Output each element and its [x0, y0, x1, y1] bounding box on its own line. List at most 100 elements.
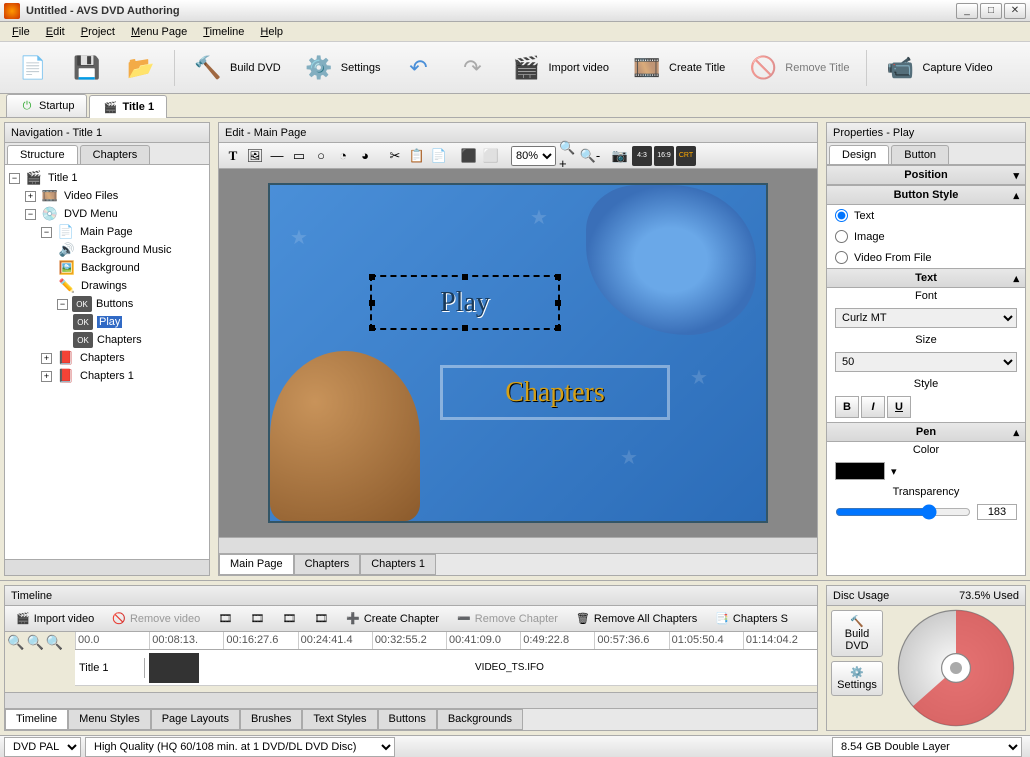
expand-icon[interactable]: +: [41, 371, 52, 382]
tl-nav1-icon[interactable]: 🎞: [211, 609, 239, 628]
tab-title1[interactable]: 🎬Title 1: [89, 95, 167, 118]
tab-startup[interactable]: ⏻Startup: [6, 94, 87, 117]
nav-tab-chapters[interactable]: Chapters: [80, 145, 151, 164]
tl-nav4-icon[interactable]: 🎞: [307, 609, 335, 628]
undo-button[interactable]: ↶: [394, 47, 444, 89]
expand-icon[interactable]: +: [41, 353, 52, 364]
section-text[interactable]: Text▴: [827, 268, 1025, 288]
italic-button[interactable]: I: [861, 396, 885, 418]
zoom-fit-icon[interactable]: 🔍: [46, 634, 63, 690]
scrollbar[interactable]: [5, 559, 209, 575]
page-tab-chapters1[interactable]: Chapters 1: [360, 554, 436, 575]
style-radio-image[interactable]: [835, 230, 848, 243]
zoom-in-icon[interactable]: 🔍+: [558, 146, 578, 166]
disc-settings-button[interactable]: ⚙️Settings: [831, 661, 883, 696]
zoom-in-icon[interactable]: 🔍: [7, 634, 24, 690]
open-button[interactable]: 📂: [116, 47, 166, 89]
remove-title-button[interactable]: 🚫Remove Title: [738, 47, 858, 89]
tl-remove-chapter-button[interactable]: ➖Remove Chapter: [450, 609, 565, 628]
tree-chapters1[interactable]: +📕Chapters 1: [9, 367, 205, 385]
line-tool-icon[interactable]: —: [267, 146, 287, 166]
paste-icon[interactable]: 📄: [429, 146, 449, 166]
bold-button[interactable]: B: [835, 396, 859, 418]
color-swatch[interactable]: [835, 462, 885, 480]
tl-chapters-s-button[interactable]: 📑Chapters S: [708, 609, 795, 628]
save-button[interactable]: 💾: [62, 47, 112, 89]
section-position[interactable]: Position▾: [827, 165, 1025, 185]
zoom-out-icon[interactable]: 🔍: [26, 634, 43, 690]
tl-remove-button[interactable]: 🚫Remove video: [105, 609, 207, 628]
scrollbar[interactable]: [5, 692, 817, 708]
copy-icon[interactable]: 📋: [407, 146, 427, 166]
text-tool-icon[interactable]: T: [223, 146, 243, 166]
page-tab-chapters[interactable]: Chapters: [294, 554, 361, 575]
tl-remove-all-button[interactable]: 🗑Remove All Chapters: [569, 609, 704, 628]
preview-icon[interactable]: 📷: [610, 146, 630, 166]
section-button-style[interactable]: Button Style▴: [827, 185, 1025, 205]
props-tab-design[interactable]: Design: [829, 145, 889, 164]
chapters-menu-button[interactable]: Chapters: [440, 365, 670, 420]
format-select[interactable]: DVD PAL: [4, 737, 81, 757]
redo-button[interactable]: ↷: [448, 47, 498, 89]
expand-icon[interactable]: −: [9, 173, 20, 184]
scrollbar[interactable]: [219, 537, 817, 553]
maximize-button[interactable]: □: [980, 3, 1002, 19]
tl-create-chapter-button[interactable]: ➕Create Chapter: [339, 609, 446, 628]
tree-main-page[interactable]: −📄Main Page: [9, 223, 205, 241]
expand-icon[interactable]: +: [25, 191, 36, 202]
settings-button[interactable]: ⚙️Settings: [294, 47, 390, 89]
aspect-169-icon[interactable]: 16:9: [654, 146, 674, 166]
create-title-button[interactable]: 🎞️Create Title: [622, 47, 734, 89]
tree-drawings[interactable]: ✏️Drawings: [9, 277, 205, 295]
menu-project[interactable]: Project: [73, 24, 123, 40]
rect-tool-icon[interactable]: ▭: [289, 146, 309, 166]
minimize-button[interactable]: _: [956, 3, 978, 19]
tl-tab-pagelayouts[interactable]: Page Layouts: [151, 709, 240, 730]
tl-nav2-icon[interactable]: 🎞: [243, 609, 271, 628]
tree-title1[interactable]: −🎬Title 1: [9, 169, 205, 187]
menu-edit[interactable]: Edit: [38, 24, 73, 40]
size-select[interactable]: 50: [835, 352, 1017, 372]
menu-timeline[interactable]: Timeline: [195, 24, 252, 40]
capture-video-button[interactable]: 📹Capture Video: [875, 47, 1001, 89]
tl-tab-textstyles[interactable]: Text Styles: [302, 709, 377, 730]
bring-front-icon[interactable]: ⬛: [459, 146, 479, 166]
aspect-43-icon[interactable]: 4:3: [632, 146, 652, 166]
tl-nav3-icon[interactable]: 🎞: [275, 609, 303, 628]
expand-icon[interactable]: −: [57, 299, 68, 310]
arc-tool-icon[interactable]: ◔: [333, 146, 353, 166]
menu-file[interactable]: File: [4, 24, 38, 40]
play-menu-button[interactable]: Play: [370, 275, 560, 330]
nav-tab-structure[interactable]: Structure: [7, 145, 78, 164]
tree-dvd-menu[interactable]: −💿DVD Menu: [9, 205, 205, 223]
zoom-out-icon[interactable]: 🔍-: [580, 146, 600, 166]
font-select[interactable]: Curlz MT: [835, 308, 1017, 328]
transparency-slider[interactable]: [835, 504, 971, 520]
props-tab-button[interactable]: Button: [891, 145, 949, 164]
menu-menupage[interactable]: Menu Page: [123, 24, 195, 40]
tree-bg-music[interactable]: 🔊Background Music: [9, 241, 205, 259]
tl-tab-backgrounds[interactable]: Backgrounds: [437, 709, 523, 730]
tl-import-button[interactable]: 🎬Import video: [9, 609, 101, 628]
chevron-down-icon[interactable]: ▾: [891, 465, 897, 478]
timeline-track[interactable]: Title 1 VIDEO_TS.IFO: [75, 650, 817, 686]
tree-chapters[interactable]: +📕Chapters: [9, 349, 205, 367]
tree-chapters-btn[interactable]: OKChapters: [9, 331, 205, 349]
tree-play[interactable]: OKPlay: [9, 313, 205, 331]
menu-help[interactable]: Help: [252, 24, 291, 40]
page-tab-main[interactable]: Main Page: [219, 554, 294, 575]
underline-button[interactable]: U: [887, 396, 911, 418]
expand-icon[interactable]: −: [41, 227, 52, 238]
tl-tab-timeline[interactable]: Timeline: [5, 709, 68, 730]
zoom-select[interactable]: 80%: [511, 146, 556, 166]
tl-tab-brushes[interactable]: Brushes: [240, 709, 302, 730]
image-tool-icon[interactable]: 🖼: [245, 146, 265, 166]
tl-tab-buttons[interactable]: Buttons: [378, 709, 437, 730]
circle-tool-icon[interactable]: ○: [311, 146, 331, 166]
style-radio-video[interactable]: [835, 251, 848, 264]
style-radio-text[interactable]: [835, 209, 848, 222]
new-button[interactable]: 📄: [8, 47, 58, 89]
tree-background[interactable]: 🖼️Background: [9, 259, 205, 277]
disc-build-button[interactable]: 🔨Build DVD: [831, 610, 883, 657]
canvas[interactable]: ★★ ★★ ★★ Play Chapters: [219, 169, 817, 537]
